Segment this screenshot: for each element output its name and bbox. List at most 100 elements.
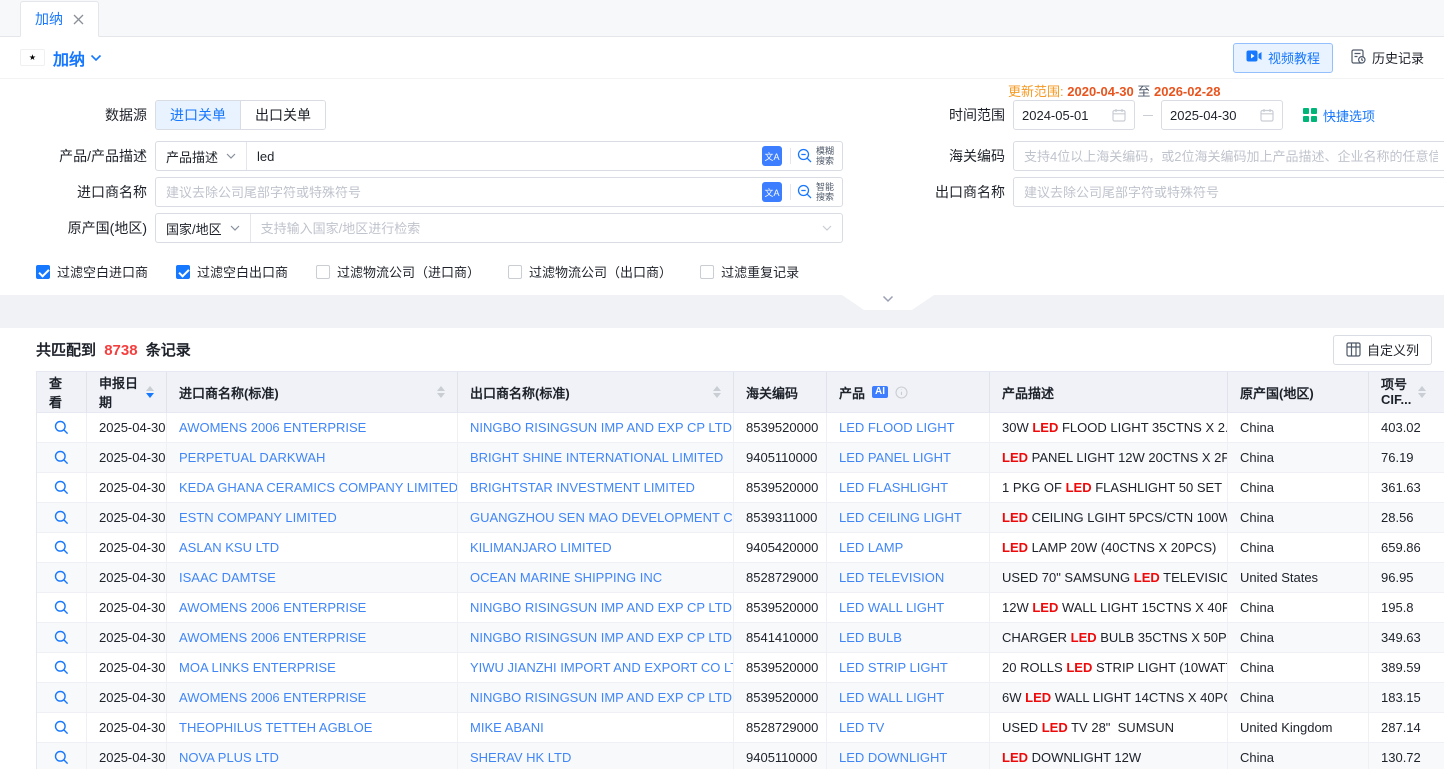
exporter-link[interactable]: BRIGHT SHINE INTERNATIONAL LIMITED [470,450,723,465]
importer-link[interactable]: NOVA PLUS LTD [179,750,279,765]
hs-code-input[interactable] [1013,141,1444,171]
product-link[interactable]: LED LAMP [839,540,903,555]
importer-link[interactable]: AWOMENS 2006 ENTERPRISE [179,690,366,705]
info-icon[interactable] [895,386,908,399]
exporter-label: 出口商名称 [858,177,1005,207]
product-link[interactable]: LED FLOOD LIGHT [839,420,955,435]
importer-link[interactable]: THEOPHILUS TETTEH AGBLOE [179,720,372,735]
importer-link[interactable]: ISAAC DAMTSE [179,570,276,585]
product-link[interactable]: LED STRIP LIGHT [839,660,948,675]
country-region-select[interactable]: 国家/地区 [156,214,251,242]
tab-export-declarations[interactable]: 出口关单 [240,101,325,129]
checkbox-icon[interactable] [316,265,330,279]
product-link[interactable]: LED TV [839,720,884,735]
fuzzy-search-toggle[interactable]: 模糊搜索 [791,146,842,166]
product-link[interactable]: LED CEILING LIGHT [839,510,962,525]
checkbox-checked-icon[interactable] [176,265,190,279]
view-record-button[interactable] [54,660,69,675]
col-description: 产品描述 [990,372,1228,413]
importer-link[interactable]: KEDA GHANA CERAMICS COMPANY LIMITED [179,480,458,495]
filter-checkbox-item[interactable]: 过滤重复记录 [700,262,799,281]
col-item-cif[interactable]: 项号CIF... [1369,372,1444,413]
checkbox-icon[interactable] [508,265,522,279]
origin-country: United States [1228,563,1369,593]
exporter-link[interactable]: NINGBO RISINGSUN IMP AND EXP CP LTD [470,420,732,435]
quick-options-button[interactable]: 快捷选项 [1303,106,1375,125]
product-link[interactable]: LED BULB [839,630,902,645]
checkbox-checked-icon[interactable] [36,265,50,279]
cif-value: 287.14 [1369,713,1444,743]
product-search-input[interactable] [247,143,762,169]
filter-checkbox-item[interactable]: 过滤物流公司（出口商） [508,262,672,281]
filter-checkbox-item[interactable]: 过滤物流公司（进口商） [316,262,480,281]
translate-icon[interactable]: 文A [762,182,782,202]
importer-link[interactable]: MOA LINKS ENTERPRISE [179,660,336,675]
col-date[interactable]: 申报日期 [87,372,167,413]
importer-link[interactable]: AWOMENS 2006 ENTERPRISE [179,630,366,645]
filter-checkbox-item[interactable]: 过滤空白出口商 [176,262,288,281]
date-from-picker[interactable]: 2024-05-01 [1013,100,1135,130]
exporter-link[interactable]: NINGBO RISINGSUN IMP AND EXP CP LTD [470,690,732,705]
exporter-link[interactable]: SHERAV HK LTD [470,750,571,765]
video-tutorial-button[interactable]: 视频教程 [1233,43,1333,73]
view-record-button[interactable] [54,570,69,585]
chevron-down-icon[interactable] [90,54,102,62]
view-record-button[interactable] [54,750,69,765]
history-button[interactable]: 历史记录 [1351,48,1424,67]
exporter-link[interactable]: OCEAN MARINE SHIPPING INC [470,570,662,585]
checkbox-label: 过滤物流公司（进口商） [337,262,480,281]
product-link[interactable]: LED WALL LIGHT [839,690,944,705]
date-to-picker[interactable]: 2025-04-30 [1161,100,1283,130]
importer-link[interactable]: ASLAN KSU LTD [179,540,279,555]
view-record-button[interactable] [54,720,69,735]
cif-value: 76.19 [1369,443,1444,473]
product-description: 6W LED WALL LIGHT 14CTNS X 40PCS [990,683,1228,713]
exporter-link[interactable]: YIWU JIANZHI IMPORT AND EXPORT CO LTD [470,660,734,675]
product-link[interactable]: LED TELEVISION [839,570,944,585]
origin-country-input[interactable] [251,215,822,241]
checkbox-label: 过滤重复记录 [721,262,799,281]
exporter-link[interactable]: NINGBO RISINGSUN IMP AND EXP CP LTD [470,630,732,645]
translate-icon[interactable]: 文A [762,146,782,166]
checkbox-icon[interactable] [700,265,714,279]
exporter-link[interactable]: MIKE ABANI [470,720,544,735]
filter-checkbox-item[interactable]: 过滤空白进口商 [36,262,148,281]
customize-columns-button[interactable]: 自定义列 [1333,335,1432,365]
view-record-button[interactable] [54,450,69,465]
tab-import-declarations[interactable]: 进口关单 [156,101,240,129]
exporter-link[interactable]: GUANGZHOU SEN MAO DEVELOPMENT C... [470,510,734,525]
highlighted-keyword: LED [1071,630,1097,645]
importer-link[interactable]: ESTN COMPANY LIMITED [179,510,337,525]
match-count-text: 共匹配到 8738 条记录 [36,339,191,360]
country-title[interactable]: 加纳 [53,46,85,70]
product-type-select[interactable]: 产品描述 [156,142,247,170]
importer-link[interactable]: AWOMENS 2006 ENTERPRISE [179,600,366,615]
view-record-button[interactable] [54,690,69,705]
view-record-button[interactable] [54,540,69,555]
product-link[interactable]: LED WALL LIGHT [839,600,944,615]
importer-search-input[interactable] [156,179,762,205]
exporter-link[interactable]: BRIGHTSTAR INVESTMENT LIMITED [470,480,695,495]
smart-search-toggle[interactable]: 智能搜索 [791,182,842,202]
view-record-button[interactable] [54,480,69,495]
product-description: USED 70" SAMSUNG LED TELEVISION [990,563,1228,593]
col-exporter[interactable]: 出口商名称(标准) [458,372,734,413]
view-record-button[interactable] [54,600,69,615]
magnifier-icon [54,720,69,735]
close-icon[interactable] [73,14,84,25]
importer-link[interactable]: AWOMENS 2006 ENTERPRISE [179,420,366,435]
view-record-button[interactable] [54,630,69,645]
view-record-button[interactable] [54,420,69,435]
importer-link[interactable]: PERPETUAL DARKWAH [179,450,325,465]
product-link[interactable]: LED PANEL LIGHT [839,450,951,465]
col-importer[interactable]: 进口商名称(标准) [167,372,458,413]
exporter-search-input[interactable] [1013,177,1444,207]
tab-ghana[interactable]: 加纳 [20,1,99,37]
magnifier-icon [54,750,69,765]
product-link[interactable]: LED DOWNLIGHT [839,750,947,765]
exporter-link[interactable]: NINGBO RISINGSUN IMP AND EXP CP LTD [470,600,732,615]
exporter-link[interactable]: KILIMANJARO LIMITED [470,540,612,555]
view-record-button[interactable] [54,510,69,525]
collapse-filters-handle[interactable] [842,295,934,310]
product-link[interactable]: LED FLASHLIGHT [839,480,948,495]
